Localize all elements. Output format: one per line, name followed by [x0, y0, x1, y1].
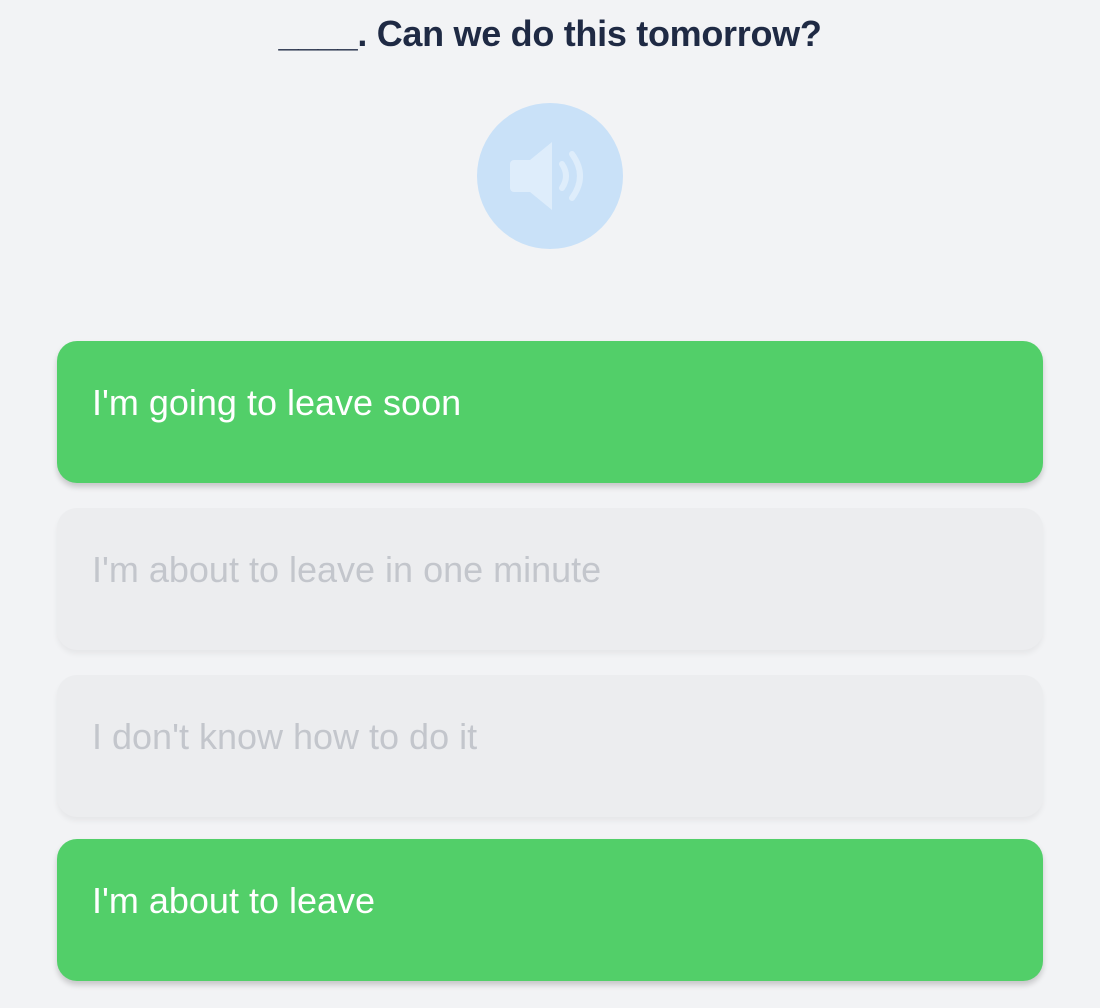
answer-option-label: I'm going to leave soon [92, 382, 462, 423]
answer-option-3[interactable]: I don't know how to do it [57, 675, 1043, 817]
answer-option-label: I'm about to leave [92, 880, 376, 921]
answer-option-4[interactable]: I'm about to leave [57, 839, 1043, 981]
answer-option-2[interactable]: I'm about to leave in one minute [57, 508, 1043, 650]
answer-option-1[interactable]: I'm going to leave soon [57, 341, 1043, 483]
answer-option-label: I'm about to leave in one minute [92, 549, 602, 590]
speaker-icon [510, 142, 583, 210]
play-audio-button[interactable] [477, 103, 623, 249]
quiz-screen: ____. Can we do this tomorrow? I'm going… [0, 0, 1100, 1008]
answer-option-label: I don't know how to do it [92, 716, 478, 757]
question-prompt: ____. Can we do this tomorrow? [278, 13, 822, 54]
